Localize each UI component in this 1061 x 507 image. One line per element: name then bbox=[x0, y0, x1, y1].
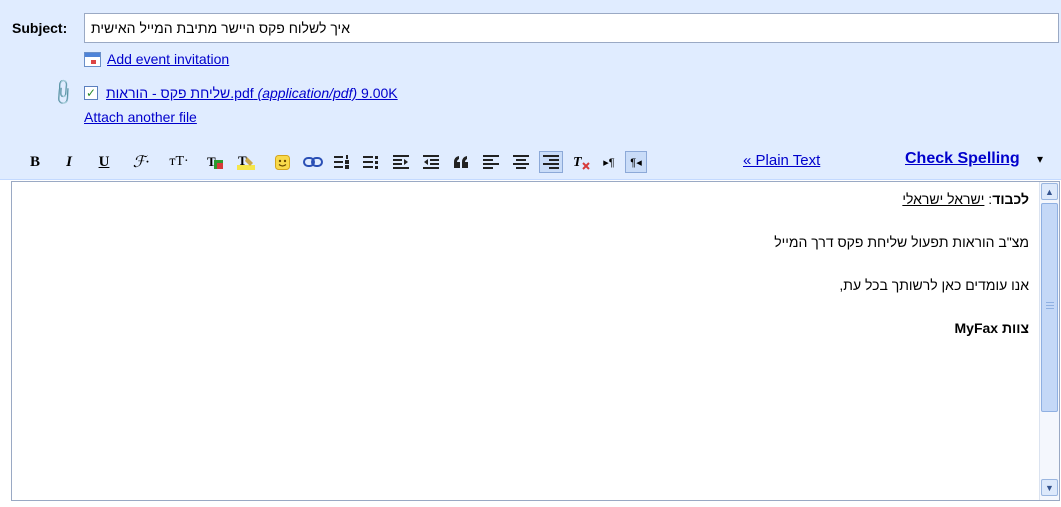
attachment-row: 📎 ✓ שליחת פקס - הוראות.pdf (application/… bbox=[49, 77, 398, 107]
message-editor[interactable]: לכבוד: ישראל ישראלי מצ"ב הוראות תפעול של… bbox=[11, 181, 1060, 501]
subject-input[interactable]: איך לשלוח פקס היישר מתיבת המייל האישית bbox=[84, 13, 1059, 43]
add-event-invitation-link[interactable]: Add event invitation bbox=[107, 51, 229, 67]
link-icon bbox=[303, 157, 323, 167]
align-left-button[interactable] bbox=[481, 151, 501, 173]
attachment-filename: שליחת פקס - הוראות.pdf bbox=[106, 84, 254, 101]
editor-scrollbar[interactable]: ▲ ▼ bbox=[1039, 182, 1059, 500]
highlight-icon: T bbox=[237, 153, 255, 170]
align-center-button[interactable] bbox=[511, 151, 531, 173]
subject-value: איך לשלוח פקס היישר מתיבת המייל האישית bbox=[91, 20, 350, 36]
smiley-icon bbox=[274, 154, 290, 170]
attachment-link[interactable]: שליחת פקס - הוראות.pdf (application/pdf)… bbox=[106, 85, 398, 101]
body-line-1: מצ"ב הוראות תפעול שליחת פקס דרך המייל bbox=[774, 234, 1029, 250]
underline-button[interactable]: U bbox=[96, 151, 112, 173]
signature: צוות MyFax bbox=[954, 320, 1030, 336]
formatting-toolbar: B I U ℱ· тT· T T T ▸¶ ¶◂ bbox=[0, 143, 1061, 180]
blockquote-button[interactable] bbox=[451, 151, 471, 173]
quote-icon bbox=[454, 156, 468, 168]
message-body[interactable]: לכבוד: ישראל ישראלי מצ"ב הוראות תפעול של… bbox=[12, 182, 1037, 500]
align-left-icon bbox=[483, 155, 499, 169]
rtl-icon: ¶◂ bbox=[630, 156, 642, 169]
attachment-size: 9.00K bbox=[361, 84, 398, 101]
check-spelling-dropdown-icon[interactable]: ▾ bbox=[1037, 152, 1043, 166]
attach-another-file-link[interactable]: Attach another file bbox=[84, 109, 197, 125]
greeting-label: לכבוד bbox=[992, 191, 1029, 207]
add-event-row: Add event invitation bbox=[84, 51, 229, 67]
scroll-grip-icon bbox=[1046, 302, 1054, 310]
ltr-icon: ▸¶ bbox=[603, 156, 615, 169]
indent-less-button[interactable] bbox=[391, 151, 411, 173]
scroll-down-icon[interactable]: ▼ bbox=[1041, 479, 1058, 496]
indent-less-icon bbox=[393, 155, 409, 169]
highlight-color-button[interactable]: T bbox=[236, 151, 256, 173]
align-right-icon bbox=[543, 155, 559, 169]
greeting-line: לכבוד: ישראל ישראלי bbox=[12, 190, 1029, 208]
italic-button[interactable]: I bbox=[61, 151, 77, 173]
subject-label: Subject: bbox=[12, 20, 68, 36]
attachment-checkbox[interactable]: ✓ bbox=[84, 85, 98, 100]
remove-formatting-button[interactable]: T bbox=[571, 151, 591, 173]
text-color-icon: T bbox=[207, 154, 223, 169]
bulleted-list-icon bbox=[363, 156, 378, 169]
font-size-button[interactable]: тT· bbox=[166, 151, 192, 173]
paperclip-icon: 📎 bbox=[48, 77, 79, 108]
right-to-left-button[interactable]: ¶◂ bbox=[625, 151, 647, 173]
indent-more-button[interactable] bbox=[421, 151, 441, 173]
left-to-right-button[interactable]: ▸¶ bbox=[600, 151, 618, 173]
bulleted-list-button[interactable] bbox=[361, 151, 381, 173]
signature-line: צוות MyFax bbox=[12, 319, 1030, 337]
scroll-thumb[interactable] bbox=[1041, 203, 1058, 412]
check-spelling-link[interactable]: Check Spelling bbox=[905, 150, 1020, 168]
text-color-button[interactable]: T bbox=[205, 151, 225, 173]
attach-another-row: Attach another file bbox=[84, 109, 197, 125]
align-center-icon bbox=[513, 155, 529, 169]
align-right-button[interactable] bbox=[539, 151, 563, 173]
svg-text:T: T bbox=[573, 155, 583, 170]
recipient-name: ישראל ישראלי bbox=[902, 191, 985, 207]
compose-header: Subject: איך לשלוח פקס היישר מתיבת המייל… bbox=[0, 0, 1061, 143]
link-button[interactable] bbox=[303, 151, 323, 173]
plain-text-link[interactable]: « Plain Text bbox=[743, 152, 820, 169]
numbered-list-button[interactable] bbox=[332, 151, 352, 173]
indent-more-icon bbox=[423, 155, 439, 169]
font-button[interactable]: ℱ· bbox=[128, 151, 154, 173]
scroll-up-icon[interactable]: ▲ bbox=[1041, 183, 1058, 200]
remove-formatting-icon: T bbox=[573, 155, 590, 170]
numbered-list-icon bbox=[334, 155, 349, 169]
bold-button[interactable]: B bbox=[27, 151, 43, 173]
emoticon-button[interactable] bbox=[273, 151, 291, 173]
calendar-icon bbox=[84, 51, 101, 67]
body-line-2: אנו עומדים כאן לרשותך בכל עת, bbox=[839, 277, 1029, 293]
attachment-type: (application/pdf) bbox=[257, 84, 358, 101]
